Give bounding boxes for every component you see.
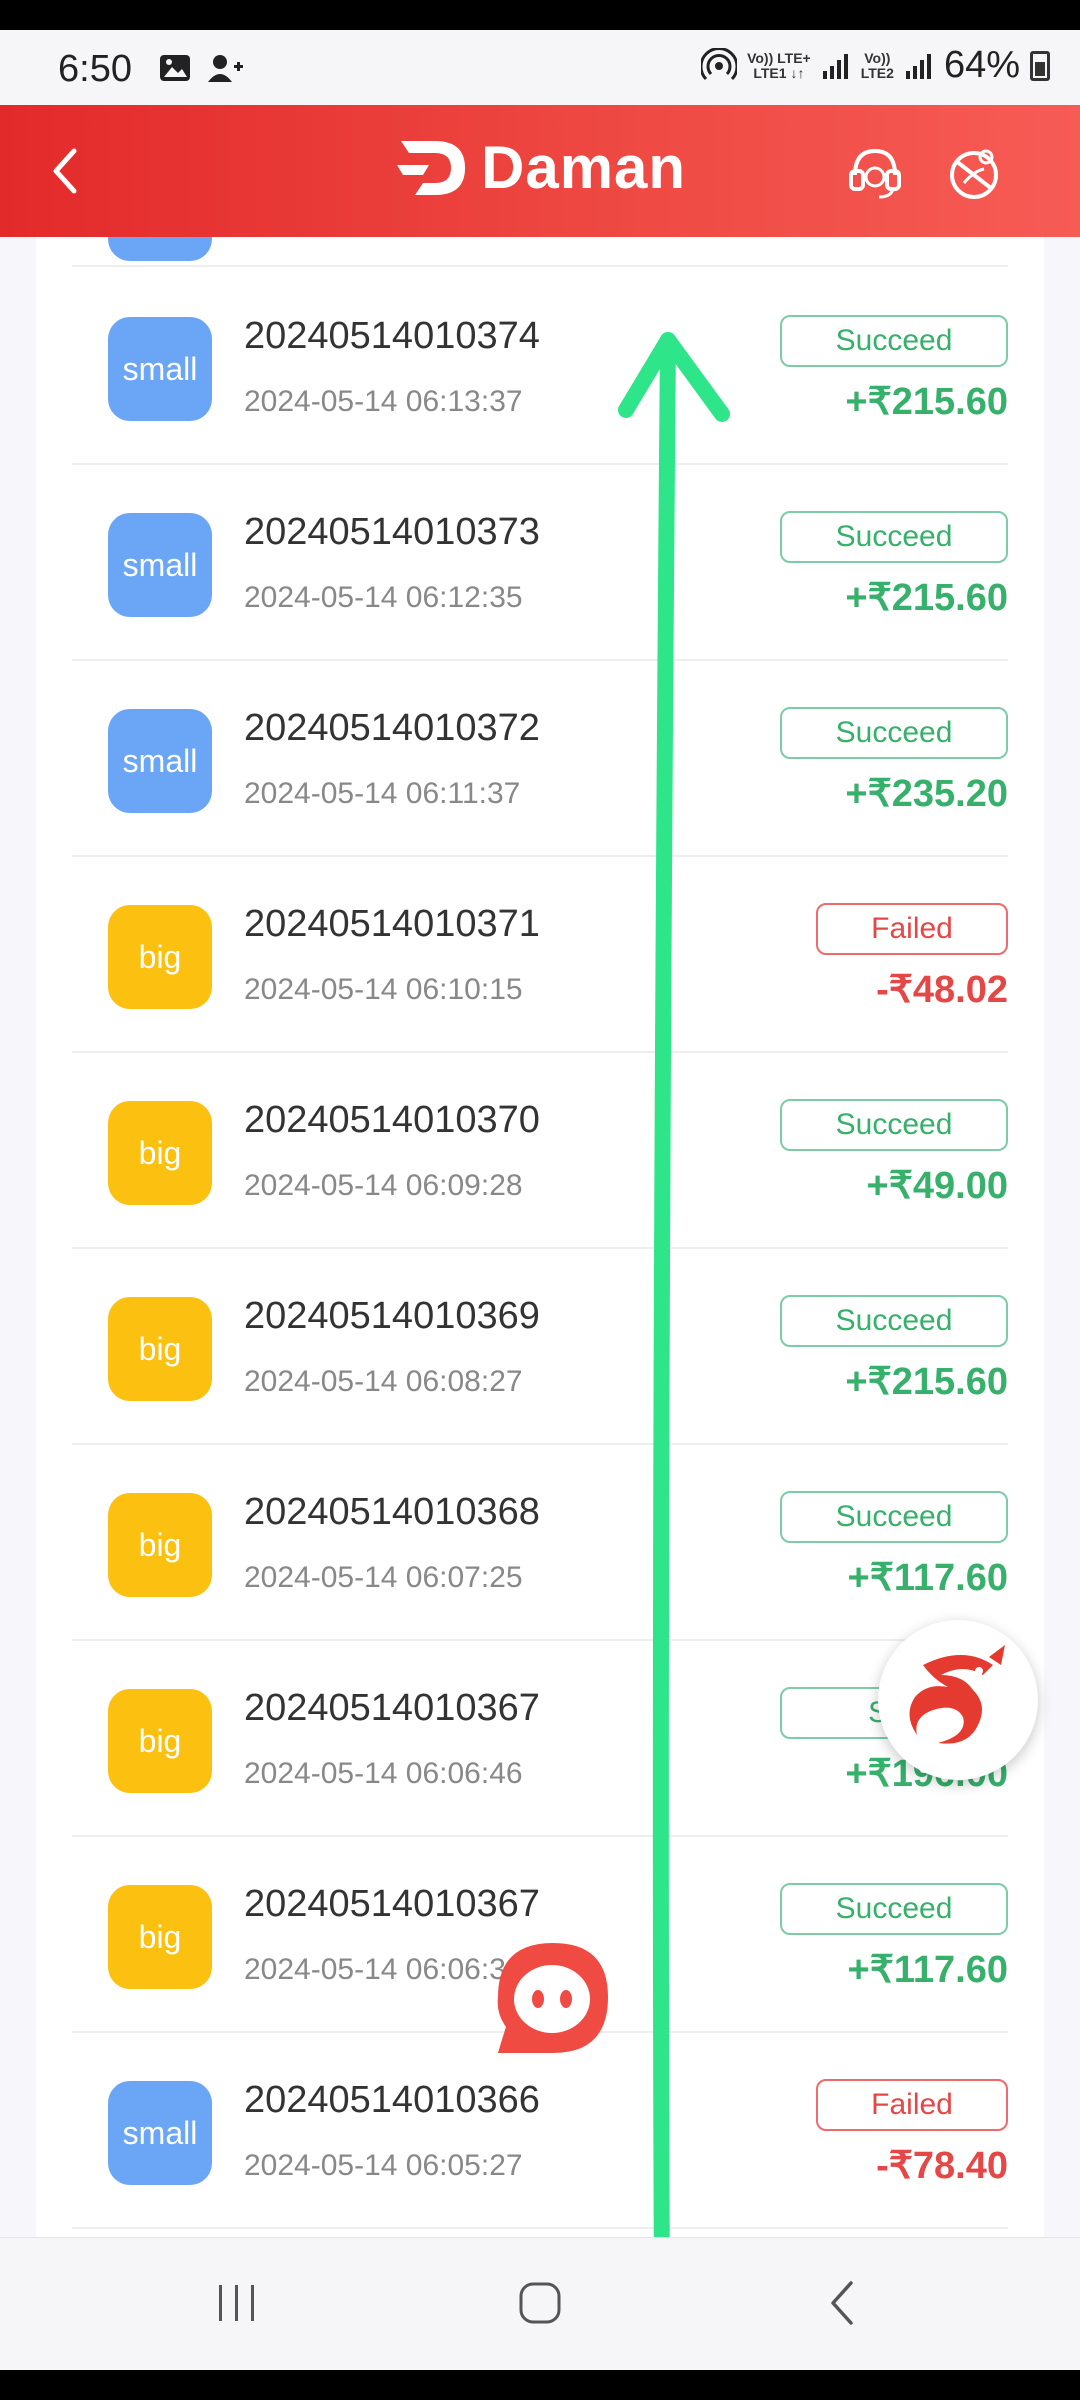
- amount: +₹215.60: [845, 577, 1008, 619]
- type-badge: big: [108, 1885, 212, 1989]
- status-badge: Failed: [816, 2079, 1008, 2131]
- recent-apps-icon: [219, 2285, 254, 2321]
- record-time: 2024-05-14 06:07:25: [244, 1561, 523, 1594]
- order-number: 20240514010369: [244, 1295, 540, 1337]
- list-item[interactable]: small 20240514010373 2024-05-14 06:12:35 Su…: [72, 465, 1008, 661]
- brand-name: Daman: [481, 134, 687, 201]
- status-badge: Succeed: [780, 1491, 1008, 1543]
- type-badge: small: [108, 513, 212, 617]
- amount: -₹78.40: [876, 2145, 1008, 2187]
- bottom-black-bar: [0, 2370, 1080, 2400]
- order-number: 20240514010373: [244, 511, 540, 553]
- person-add-icon: [208, 55, 243, 82]
- status-badge: Succeed: [780, 1883, 1008, 1935]
- record-time: 2024-05-14 06:13:37: [244, 385, 523, 418]
- amount: +₹117.60: [847, 1949, 1009, 1991]
- back-nav-button[interactable]: [803, 2268, 883, 2338]
- type-badge: big: [108, 1689, 212, 1793]
- home-icon: [519, 2282, 561, 2324]
- battery-percent: 64%: [943, 44, 1020, 86]
- type-badge-small: [108, 237, 212, 261]
- type-badge: big: [108, 1493, 212, 1597]
- status-badge: Succeed: [780, 1099, 1008, 1151]
- network-indicator-2: Vo)) LTE2: [860, 49, 894, 81]
- list-item[interactable]: big 20240514010370 2024-05-14 06:09:28 Succ…: [72, 1053, 1008, 1249]
- order-number: 20240514010366: [244, 2079, 540, 2121]
- system-nav-bar: [0, 2237, 1080, 2370]
- back-arrow-icon[interactable]: [42, 143, 92, 199]
- type-badge: small: [108, 709, 212, 813]
- signal-icon: [905, 53, 931, 79]
- brand-logo: Daman: [395, 133, 686, 202]
- chat-bubble-icon[interactable]: [488, 1935, 618, 2065]
- record-time: 2024-05-14 06:11:37: [244, 777, 521, 810]
- list-item-partial: [72, 237, 1008, 267]
- type-badge: big: [108, 1101, 212, 1205]
- list-item[interactable]: big 20240514010369 2024-05-14 06:08:27 Succ…: [72, 1249, 1008, 1445]
- daman-logo-icon: [397, 140, 465, 195]
- network-indicator-1: Vo)) LTE+ LTE1 ↓↑: [747, 49, 811, 81]
- status-badge: Succeed: [780, 707, 1008, 759]
- recent-apps-button[interactable]: [197, 2268, 277, 2338]
- record-time: 2024-05-14 06:06:3: [244, 1953, 506, 1986]
- order-number: 20240514010372: [244, 707, 540, 749]
- order-number: 20240514010367: [244, 1883, 540, 1925]
- status-time: 6:50: [58, 48, 132, 90]
- list-item[interactable]: small 20240514010374 2024-05-14 06:13:37 Su…: [72, 269, 1008, 465]
- amount: +₹49.00: [866, 1165, 1008, 1207]
- record-time: 2024-05-14 06:12:35: [244, 581, 523, 614]
- back-nav-icon: [831, 2281, 853, 2325]
- list-item[interactable]: big 20240514010371 2024-05-14 06:10:15 Fail…: [72, 857, 1008, 1053]
- status-badge: Failed: [816, 903, 1008, 955]
- record-time: 2024-05-14 06:10:15: [244, 973, 523, 1006]
- order-number: 20240514010367: [244, 1687, 540, 1729]
- gallery-icon: [160, 55, 190, 81]
- record-time: 2024-05-14 06:06:46: [244, 1757, 523, 1790]
- record-time: 2024-05-14 06:08:27: [244, 1365, 523, 1398]
- status-badge: Succeed: [780, 511, 1008, 563]
- status-badge: Succeed: [780, 315, 1008, 367]
- status-system-icons: Vo)) LTE+ LTE1 ↓↑ Vo)) LTE2 64%: [701, 44, 1050, 87]
- globe-icon[interactable]: [944, 143, 1004, 203]
- dragon-logo-icon: [909, 1645, 1005, 1744]
- amount: +₹235.20: [845, 773, 1008, 815]
- type-badge: big: [108, 1297, 212, 1401]
- type-badge: big: [108, 905, 212, 1009]
- app-header: Daman: [0, 105, 1080, 237]
- hotspot-icon: [701, 47, 738, 80]
- headset-icon[interactable]: [845, 143, 905, 203]
- record-time: 2024-05-14 06:05:27: [244, 2149, 523, 2182]
- record-time: 2024-05-14 06:09:28: [244, 1169, 523, 1202]
- order-number: 20240514010371: [244, 903, 540, 945]
- list-item[interactable]: small 20240514010372 2024-05-14 06:11:37 Su…: [72, 661, 1008, 857]
- amount: +₹117.60: [847, 1557, 1009, 1599]
- battery-icon: [1030, 50, 1050, 81]
- status-bar: 6:50 Vo)) LTE+ LTE1 ↓↑ Vo)) LTE2 64%: [0, 30, 1080, 105]
- status-badge: Succeed: [780, 1295, 1008, 1347]
- list-item[interactable]: big 20240514010368 2024-05-14 06:07:25 Succ…: [72, 1445, 1008, 1641]
- home-button[interactable]: [500, 2268, 580, 2338]
- signal-icon: [822, 53, 848, 79]
- list-item[interactable]: big202405140103672024-05-14 06:06:46Suc+…: [72, 1641, 1008, 1837]
- amount: +₹215.60: [845, 1361, 1008, 1403]
- status-notification-icons: [158, 52, 244, 84]
- type-badge: small: [108, 317, 212, 421]
- order-number: 20240514010368: [244, 1491, 540, 1533]
- order-number: 20240514010370: [244, 1099, 540, 1141]
- amount: +₹215.60: [845, 381, 1008, 423]
- order-number: 20240514010374: [244, 315, 540, 357]
- dragon-floating-button[interactable]: [878, 1620, 1038, 1780]
- amount: -₹48.02: [876, 969, 1008, 1011]
- type-badge: small: [108, 2081, 212, 2185]
- top-black-bar: [0, 0, 1080, 30]
